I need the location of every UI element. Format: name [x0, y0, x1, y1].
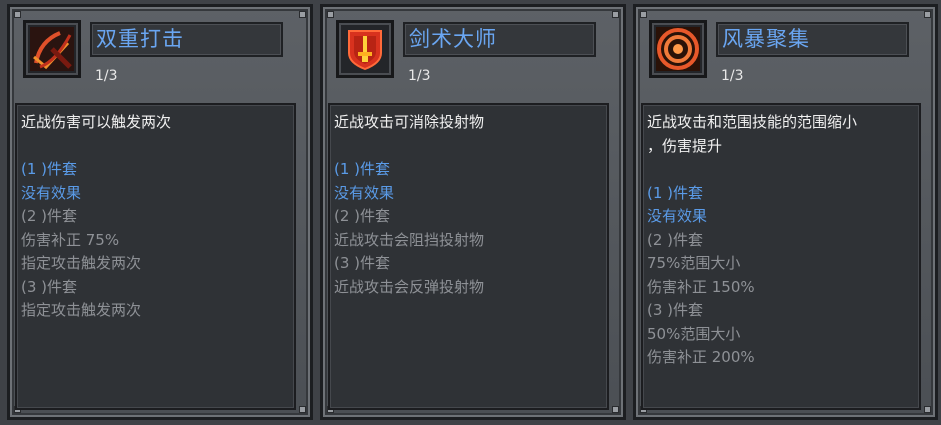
rivet [924, 406, 931, 413]
set-bonus-line: (2 )件套 [647, 230, 704, 249]
set-level: 1/3 [408, 68, 431, 84]
set-icon-frame[interactable] [649, 20, 707, 78]
set-bonus-line: 指定攻击触发两次 [21, 254, 142, 272]
set-bonus-line: (1 )件套 [21, 160, 78, 178]
set-card-storm-gather: 风暴聚集 1/3 近战攻击和范围技能的范围缩小 ，伤害提升 (1 )件套 没有效… [633, 4, 938, 420]
set-bonus-line: (3 )件套 [21, 277, 78, 296]
set-bonus-line: (1 )件套 [334, 160, 391, 178]
set-bonus-line: 75%范围大小 [647, 254, 741, 272]
set-bonus-line: (3 )件套 [647, 301, 704, 319]
set-bonus-line: 没有效果 [21, 183, 82, 202]
set-bonus-line: 伤害补正 75% [21, 230, 120, 249]
set-bonus-line: (2 )件套 [21, 207, 78, 225]
set-bonus-line: 没有效果 [334, 183, 395, 202]
set-icon-frame[interactable] [336, 20, 394, 78]
set-title: 双重打击 [90, 22, 283, 57]
set-title: 剑术大师 [403, 22, 596, 57]
set-bonus-line: (3 )件套 [334, 254, 391, 272]
set-bonus-line: (1 )件套 [647, 183, 704, 202]
set-description-panel: 近战攻击可消除投射物 (1 )件套 没有效果 (2 )件套 近战攻击会阻挡投射物… [328, 103, 609, 410]
set-bonus-line: 伤害补正 150% [647, 277, 755, 296]
set-card-double-strike: 双重打击 1/3 近战伤害可以触发两次 (1 )件套 没有效果 (2 )件套 伤… [7, 4, 313, 420]
set-bonus-line: 指定攻击触发两次 [21, 301, 142, 319]
set-level: 1/3 [721, 68, 744, 84]
set-level: 1/3 [95, 68, 118, 84]
set-icon-frame[interactable] [23, 20, 81, 78]
set-description: 近战攻击可消除投射物 [334, 113, 485, 131]
rivet [612, 406, 619, 413]
set-bonus-line: 近战攻击会阻挡投射物 [334, 230, 485, 249]
set-card-sword-master: 剑术大师 1/3 近战攻击可消除投射物 (1 )件套 没有效果 (2 )件套 近… [320, 4, 626, 420]
set-description-panel: 近战伤害可以触发两次 (1 )件套 没有效果 (2 )件套 伤害补正 75% 指… [15, 103, 296, 410]
double-strike-icon [30, 27, 74, 71]
set-bonus-line: 没有效果 [647, 207, 708, 225]
set-bonus-line: 伤害补正 200% [647, 348, 755, 366]
set-description: 近战伤害可以触发两次 [21, 113, 172, 131]
set-bonus-line: (2 )件套 [334, 207, 391, 225]
set-description: 近战攻击和范围技能的范围缩小 [647, 113, 858, 131]
rivet [299, 406, 306, 413]
storm-target-icon [656, 27, 700, 71]
set-title: 风暴聚集 [716, 22, 909, 57]
sword-shield-icon [348, 30, 382, 71]
set-description-panel: 近战攻击和范围技能的范围缩小 ，伤害提升 (1 )件套 没有效果 (2 )件套 … [641, 103, 921, 410]
set-bonus-line: 近战攻击会反弹投射物 [334, 277, 485, 296]
set-bonus-line: 50%范围大小 [647, 324, 741, 343]
set-description: ，伤害提升 [647, 136, 723, 155]
